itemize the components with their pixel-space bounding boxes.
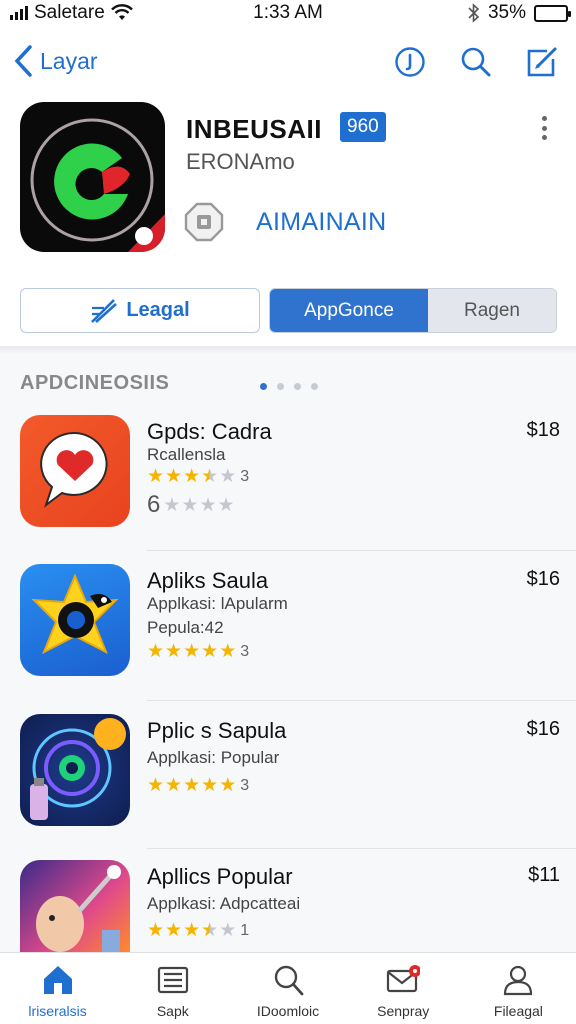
tab-mail[interactable]: Senpray (346, 953, 461, 1024)
app-popularity: Pepula:42 (147, 618, 224, 637)
info-icon[interactable] (390, 42, 430, 82)
row-divider (147, 848, 576, 849)
list-icon (157, 966, 188, 994)
page-dot[interactable] (311, 383, 318, 390)
app-title: INBEUSAII (186, 114, 322, 144)
chevron-left-icon (14, 45, 32, 77)
tab-label: Fileagal (493, 1003, 543, 1019)
row-divider (147, 550, 576, 551)
legal-button[interactable]: Leagal (20, 288, 260, 333)
tab-search[interactable]: IDoomloic (230, 953, 345, 1024)
app-subtitle: Applkasi: Popular (147, 748, 280, 767)
tab-label: Senpray (377, 1003, 430, 1019)
battery-percent: 35% (487, 2, 526, 23)
page-indicator[interactable] (260, 383, 318, 390)
rating-count: 3 (240, 642, 250, 660)
page-dot[interactable] (260, 383, 267, 390)
rating-count: 1 (240, 921, 250, 939)
tab-home[interactable]: lriseralsis (0, 953, 115, 1024)
app-name: Apliks Saula (147, 568, 269, 593)
rating-count: 3 (240, 776, 250, 794)
list-item[interactable]: Gpds: Cadra $18 Rcallensla ★ ★ ★ ★ ★ 3 6 ★ ★ ★… (0, 415, 576, 565)
legal-button-label: Leagal (126, 299, 190, 321)
home-icon (43, 966, 72, 994)
star-rating: ★ ★ ★ ★ ★ 3 (147, 641, 250, 662)
search-icon (274, 965, 304, 996)
app-subtitle: Rcallensla (147, 445, 226, 464)
rating-number: 6 (147, 491, 161, 518)
tab-label: Sapk (156, 1003, 189, 1019)
status-bar: Saletare 1:33 AM 35% (0, 0, 576, 28)
app-subtitle: Applkasi: lApularm (147, 594, 288, 613)
app-name: Gpds: Cadra (147, 419, 272, 444)
tab-profile[interactable]: Fileagal (461, 953, 576, 1024)
back-label: Layar (40, 47, 98, 74)
divider (0, 346, 576, 354)
tab-bar: lriseralsis Sapk IDoomloic Senpray Filea… (0, 952, 576, 1024)
row-divider (147, 700, 576, 701)
tab-label: IDoomloic (256, 1003, 320, 1019)
bluetooth-icon (468, 3, 480, 23)
search-icon[interactable] (456, 42, 496, 82)
segment-appgonce[interactable]: AppGonce (270, 289, 428, 332)
rating-count: 3 (240, 467, 250, 485)
segment-ragen[interactable]: Ragen (428, 289, 556, 332)
app-price[interactable]: $11 (528, 864, 560, 887)
page-dot[interactable] (294, 383, 301, 390)
app-header: INBEUSAII 960 ERONAmo AIMAINAIN Leagal A… (0, 98, 576, 348)
star-rating: ★ ★ ★ ★ ★ 1 (147, 920, 250, 941)
tab-label: lriseralsis (28, 1003, 87, 1019)
version-badge: 960 (340, 112, 386, 142)
app-price[interactable]: $16 (527, 718, 560, 741)
star-rating: ★ ★ ★ ★ ★ 3 (147, 466, 250, 487)
edit-icon[interactable] (522, 42, 562, 82)
section-title: APDCINEOSIIS (20, 372, 170, 394)
chat-heart-app-icon (20, 415, 130, 527)
star-rating-secondary: 6 ★ ★ ★ ★ (147, 491, 235, 518)
app-icon (20, 102, 165, 252)
back-button[interactable]: Layar (12, 44, 98, 78)
octagon-chip-icon (184, 202, 224, 242)
app-name: Pplic s Sapula (147, 718, 287, 743)
battery-icon (534, 4, 571, 22)
face-brush-app-icon (20, 860, 130, 952)
list-item[interactable]: Pplic s Sapula $16 Applkasi: Popular ★ ★ ★… (0, 714, 576, 864)
dashboard-app-icon (20, 714, 130, 826)
tab-list[interactable]: Sapk (115, 953, 230, 1024)
page-dot[interactable] (277, 383, 284, 390)
nav-bar: Layar (0, 28, 576, 98)
star-eye-app-icon (20, 564, 130, 676)
app-name: Apllics Popular (147, 864, 293, 889)
profile-icon (504, 965, 533, 996)
app-subtitle: Applkasi: Adpcatteai (147, 894, 301, 913)
mail-icon (387, 965, 421, 993)
star-rating: ★ ★ ★ ★ ★ 3 (147, 775, 250, 796)
pen-icon (91, 298, 118, 323)
app-price[interactable]: $16 (527, 568, 560, 591)
more-options-icon[interactable] (534, 116, 554, 140)
list-item[interactable]: Apliks Saula $16 Applkasi: lApularm Pepu… (0, 564, 576, 714)
app-price[interactable]: $18 (527, 419, 560, 442)
app-category-link[interactable]: AIMAINAIN (256, 208, 387, 237)
segmented-control: AppGonce Ragen (269, 288, 557, 333)
app-developer: ERONAmo (186, 149, 295, 174)
